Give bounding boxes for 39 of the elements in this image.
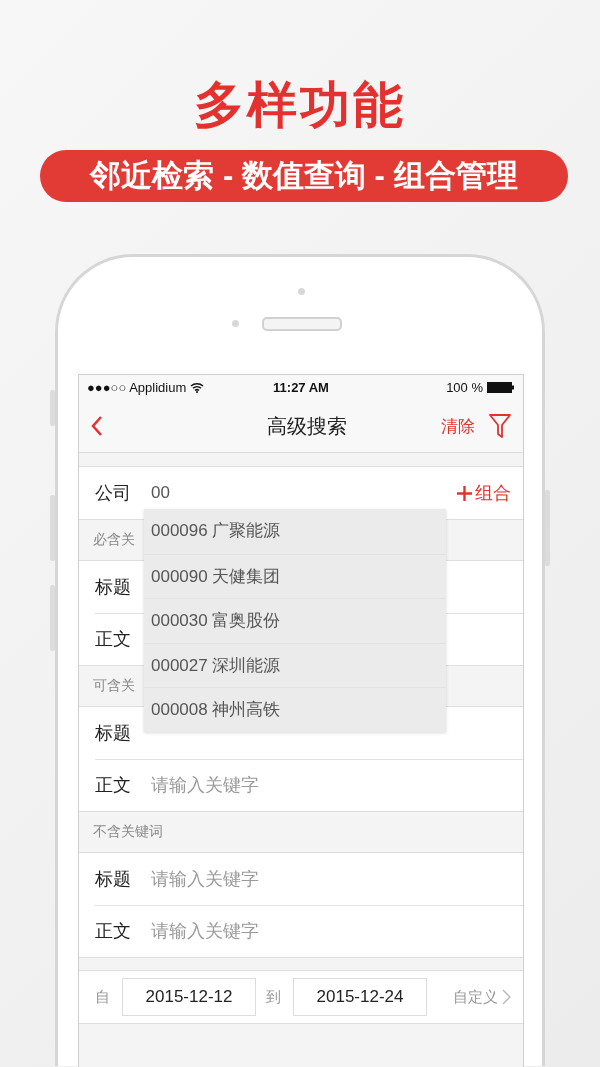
field-label: 标题 [95, 868, 132, 891]
date-field[interactable]: 2015-12-24 [293, 978, 427, 1016]
carrier-text: ●●●○○ Applidium [87, 380, 187, 395]
section-header: 可含关 [93, 677, 135, 695]
section-header: 必含关 [93, 531, 135, 549]
feature-banner: 邻近检索 - 数值查询 - 组合管理 [40, 150, 568, 202]
from-label: 自 [95, 987, 110, 1007]
suggestion-item[interactable]: 000030 富奥股份 [144, 598, 446, 643]
page-title: 高级搜索 [266, 413, 348, 439]
field-label: 正文 [95, 920, 132, 943]
camera-dot [232, 320, 239, 327]
suggestion-item[interactable]: 000090 天健集团 [144, 553, 446, 599]
field-label: 标题 [95, 576, 132, 599]
input-field[interactable]: 请输入关键字 [151, 859, 513, 899]
back-icon[interactable] [91, 415, 103, 437]
section-header: 不含关键词 [93, 823, 163, 841]
date-field[interactable]: 2015-12-12 [122, 978, 256, 1016]
input-field[interactable]: 请输入关键字 [151, 911, 513, 951]
filter-icon[interactable] [489, 414, 511, 438]
sensor-dot [298, 288, 305, 295]
suggestion-item[interactable]: 000008 神州高铁 [144, 687, 446, 732]
suggestion-item[interactable]: 000096 广聚能源 [144, 509, 446, 554]
company-input[interactable]: 00 [151, 483, 457, 503]
battery-text: 100 % [446, 380, 483, 395]
battery-icon [487, 382, 515, 393]
add-group-button[interactable]: 组合 [457, 481, 511, 505]
plus-icon [457, 485, 472, 501]
suggestion-item[interactable]: 000027 深圳能源 [144, 642, 446, 688]
field-label: 正文 [95, 774, 132, 797]
chevron-icon [502, 989, 511, 1005]
field-label: 公司 [95, 482, 132, 505]
clear-button[interactable]: 清除 [441, 414, 475, 438]
promo-title: 多样功能 [194, 76, 406, 135]
input-field[interactable]: 请输入关键字 [151, 765, 513, 805]
field-label: 标题 [95, 722, 132, 745]
status-time: 11:27 AM [273, 380, 329, 395]
field-label: 正文 [95, 628, 132, 651]
wifi-icon [190, 382, 205, 393]
to-label: 到 [266, 987, 281, 1007]
